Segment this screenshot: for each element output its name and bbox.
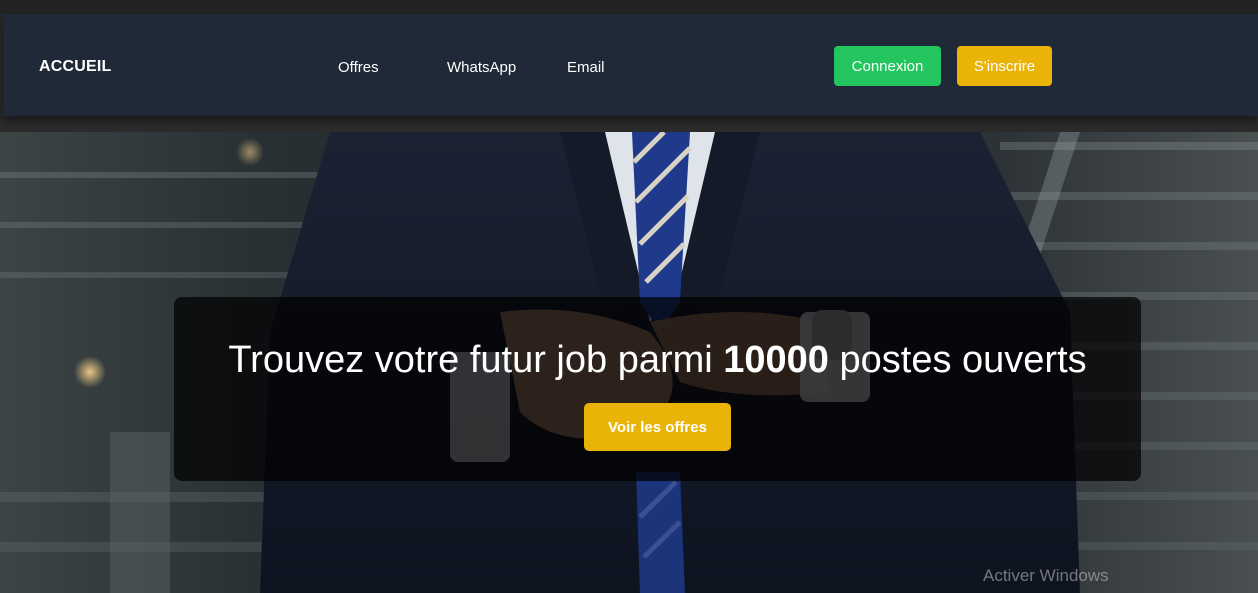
brand-link-accueil[interactable]: ACCUEIL bbox=[39, 58, 112, 76]
hero-overlay-box: Trouvez votre futur job parmi 10000 post… bbox=[174, 297, 1141, 481]
view-offers-button[interactable]: Voir les offres bbox=[584, 403, 731, 451]
nav-link-whatsapp[interactable]: WhatsApp bbox=[447, 59, 516, 76]
pillar bbox=[110, 432, 170, 593]
signup-button[interactable]: S'inscrire bbox=[957, 46, 1052, 86]
tie-lower bbox=[636, 472, 685, 593]
page: ACCUEIL Offres WhatsApp Email Connexion … bbox=[0, 0, 1258, 593]
windows-activation-watermark: Activer Windows bbox=[983, 566, 1109, 585]
browser-top-strip bbox=[0, 0, 1258, 14]
headline-text-start: Trouvez votre futur job parmi bbox=[228, 339, 724, 381]
navbar-shadow-strip bbox=[0, 116, 1258, 132]
login-button[interactable]: Connexion bbox=[834, 46, 941, 86]
navbar: ACCUEIL Offres WhatsApp Email Connexion … bbox=[3, 14, 1258, 116]
bokeh-light bbox=[236, 138, 264, 166]
headline-count: 10000 bbox=[723, 339, 829, 381]
hero-headline: Trouvez votre futur job parmi 10000 post… bbox=[174, 337, 1141, 383]
nav-link-offres[interactable]: Offres bbox=[338, 59, 379, 76]
bokeh-light bbox=[74, 356, 106, 388]
hero-section: Trouvez votre futur job parmi 10000 post… bbox=[0, 132, 1258, 593]
nav-link-email[interactable]: Email bbox=[567, 59, 605, 76]
headline-text-end: postes ouverts bbox=[828, 339, 1087, 381]
